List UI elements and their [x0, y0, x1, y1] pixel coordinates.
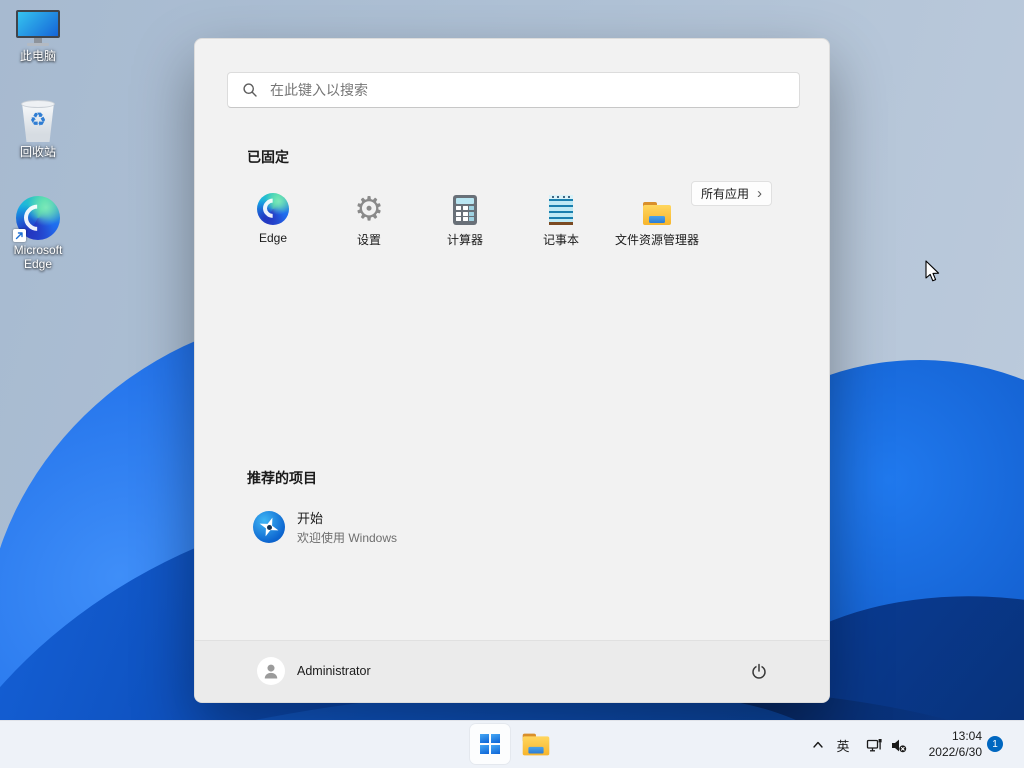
this-pc-icon	[0, 10, 76, 46]
taskbar-clock[interactable]: 13:04 2022/6/30	[929, 728, 982, 760]
pinned-app-file-explorer[interactable]: 文件资源管理器	[609, 189, 705, 253]
ime-label: 英	[836, 738, 850, 754]
user-name[interactable]: Administrator	[297, 664, 371, 678]
search-input[interactable]	[268, 81, 799, 99]
pinned-app-calculator[interactable]: 计算器	[417, 189, 513, 253]
power-icon	[752, 663, 766, 679]
pinned-apps-grid: Edge ⚙ 设置 计算器 记事本 文件资源管理器	[225, 189, 705, 253]
chevron-up-icon	[813, 741, 823, 748]
recommended-item-subtitle: 欢迎使用 Windows	[297, 531, 398, 545]
shortcut-arrow-icon	[13, 229, 26, 242]
recommended-item-title: 开始	[297, 511, 324, 526]
taskbar-file-explorer-button[interactable]	[516, 724, 556, 764]
folder-icon	[522, 733, 550, 755]
search-icon	[243, 83, 257, 97]
desktop-icon-microsoft-edge[interactable]: Microsoft Edge	[0, 196, 76, 272]
pinned-section-header: 已固定	[247, 149, 289, 165]
edge-icon	[257, 193, 289, 225]
recommended-item-get-started[interactable]: 开始 欢迎使用 Windows	[243, 502, 407, 552]
desktop-icon-label: 此电脑	[19, 49, 56, 63]
recommended-section-header: 推荐的项目	[247, 470, 317, 486]
calculator-icon	[453, 195, 477, 225]
gear-icon: ⚙	[354, 190, 384, 227]
desktop-icon-this-pc[interactable]: 此电脑	[0, 10, 76, 64]
tray-volume-button[interactable]	[886, 733, 910, 757]
chevron-right-icon: ›	[757, 185, 763, 202]
pinned-app-settings[interactable]: ⚙ 设置	[321, 189, 417, 253]
tray-show-hidden-icons-button[interactable]	[806, 733, 830, 757]
recycle-bin-icon: ♻	[0, 100, 76, 142]
network-icon	[866, 738, 882, 751]
tray-ime-indicator[interactable]: 英	[831, 733, 855, 757]
start-menu-user-bar: Administrator	[195, 640, 829, 702]
person-icon	[264, 664, 278, 679]
windows-logo-icon	[480, 734, 500, 754]
get-started-icon	[253, 511, 285, 543]
desktop-icon-label: Microsoft Edge	[13, 243, 63, 271]
clock-date: 2022/6/30	[928, 745, 982, 760]
notification-badge[interactable]: 1	[987, 736, 1003, 752]
desktop-icon-label: 回收站	[19, 145, 56, 159]
start-button[interactable]	[470, 724, 510, 764]
edge-icon	[0, 196, 76, 242]
power-button[interactable]	[741, 653, 777, 689]
folder-icon	[643, 202, 671, 225]
taskbar: 英 13:04 2022/6/30 1	[0, 720, 1024, 768]
mouse-cursor-icon	[925, 260, 940, 282]
clock-time: 13:04	[951, 729, 982, 743]
search-box[interactable]	[227, 72, 800, 108]
notepad-icon	[549, 195, 573, 225]
pinned-app-notepad[interactable]: 记事本	[513, 189, 609, 253]
tray-network-button[interactable]	[862, 733, 886, 757]
all-apps-label: 所有应用	[701, 187, 750, 201]
desktop: 此电脑 ♻ 回收站 Microsoft Edge 在此键入以搜索 已固定 所有应…	[0, 0, 1024, 768]
desktop-icon-recycle-bin[interactable]: ♻ 回收站	[0, 100, 76, 160]
volume-muted-icon	[891, 739, 906, 752]
pinned-app-edge[interactable]: Edge	[225, 189, 321, 253]
start-menu: 已固定 所有应用 › Edge ⚙ 设置 计算器	[194, 38, 830, 703]
user-avatar[interactable]	[257, 657, 285, 685]
